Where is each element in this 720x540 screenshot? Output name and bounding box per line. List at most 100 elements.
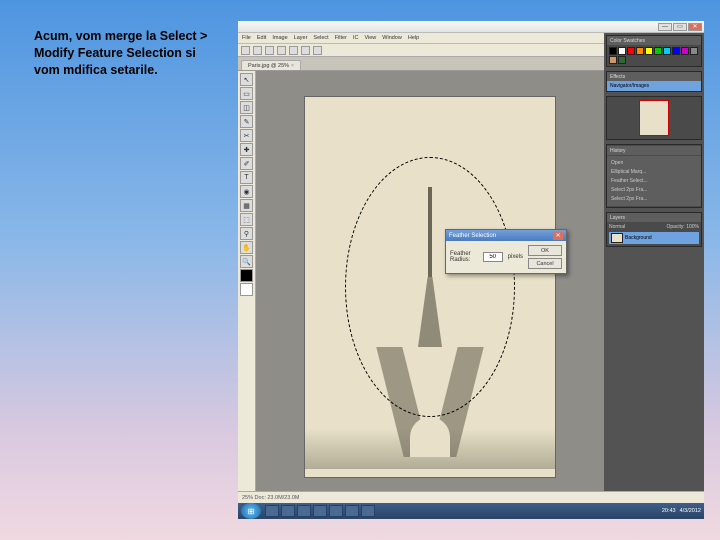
move-tool[interactable]: ↖ xyxy=(240,73,253,86)
menu-edit[interactable]: Edit xyxy=(256,35,267,41)
swatch[interactable] xyxy=(636,47,644,55)
swatch[interactable] xyxy=(654,47,662,55)
menu-select[interactable]: Select xyxy=(312,35,329,41)
right-panel-dock: Color Swatches Effects xyxy=(604,33,704,503)
options-icon[interactable] xyxy=(253,46,262,55)
options-icon[interactable] xyxy=(241,46,250,55)
menu-ic[interactable]: IC xyxy=(352,35,360,41)
dialog-titlebar[interactable]: Feather Selection ✕ xyxy=(446,230,566,241)
cancel-button[interactable]: Cancel xyxy=(528,258,562,269)
marquee-tool[interactable]: ▭ xyxy=(240,87,253,100)
eyedropper-tool[interactable]: ⚲ xyxy=(240,227,253,240)
minimize-button[interactable]: — xyxy=(658,23,672,31)
options-icon[interactable] xyxy=(301,46,310,55)
menu-layer[interactable]: Layer xyxy=(293,35,309,41)
history-panel: History Open Elliptical Marq... Feather … xyxy=(606,144,702,208)
taskbar-item[interactable] xyxy=(297,505,311,517)
brush-tool[interactable]: ✎ xyxy=(240,115,253,128)
options-icon[interactable] xyxy=(289,46,298,55)
panel-header[interactable]: Color Swatches xyxy=(607,36,701,45)
effects-dropdown[interactable]: Navigator/Images xyxy=(607,81,701,91)
navigator-thumbnail[interactable] xyxy=(639,100,669,136)
taskbar-item[interactable] xyxy=(313,505,327,517)
color-swatches-panel: Color Swatches xyxy=(606,35,702,67)
background-color[interactable] xyxy=(240,283,253,296)
crop-tool[interactable]: ✂ xyxy=(240,129,253,142)
unit-label: pixels xyxy=(508,254,523,260)
swatch[interactable] xyxy=(618,47,626,55)
layer-row[interactable]: Background xyxy=(609,232,699,244)
type-tool[interactable]: T xyxy=(240,171,253,184)
panel-header[interactable]: Effects xyxy=(607,72,701,81)
swatch[interactable] xyxy=(618,56,626,64)
options-icon[interactable] xyxy=(277,46,286,55)
history-item[interactable]: Select 2px Fra... xyxy=(609,195,699,203)
taskbar-item[interactable] xyxy=(329,505,343,517)
heal-tool[interactable]: ✚ xyxy=(240,143,253,156)
history-item[interactable]: Elliptical Marq... xyxy=(609,168,699,176)
options-icon[interactable] xyxy=(313,46,322,55)
opacity-label[interactable]: Opacity: 100% xyxy=(666,224,699,230)
taskbar-item[interactable] xyxy=(265,505,279,517)
ok-button[interactable]: OK xyxy=(528,245,562,256)
status-bar: 25% Doc: 23.0M/23.0M xyxy=(238,491,704,503)
slide-background: Acum, vom merge la Select > Modify Featu… xyxy=(0,0,720,540)
lasso-tool[interactable]: ◫ xyxy=(240,101,253,114)
swatch[interactable] xyxy=(627,47,635,55)
tool-palette: ↖ ▭ ◫ ✎ ✂ ✚ ✐ T ◉ ▦ ⬚ ⚲ ✋ 🔍 xyxy=(238,71,256,503)
blend-mode[interactable]: Normal xyxy=(609,224,625,230)
start-button[interactable]: ⊞ xyxy=(241,503,261,519)
taskbar-item[interactable] xyxy=(345,505,359,517)
pencil-tool[interactable]: ✐ xyxy=(240,157,253,170)
layer-thumbnail xyxy=(611,233,623,243)
swatch[interactable] xyxy=(672,47,680,55)
system-tray[interactable]: 20:43 4/3/2012 xyxy=(662,508,704,514)
taskbar-item[interactable] xyxy=(281,505,295,517)
options-icon[interactable] xyxy=(265,46,274,55)
history-item[interactable]: Select 2px Fra... xyxy=(609,186,699,194)
feather-radius-input[interactable] xyxy=(483,252,503,262)
swatch[interactable] xyxy=(690,47,698,55)
menu-help[interactable]: Help xyxy=(407,35,420,41)
menu-window[interactable]: Window xyxy=(381,35,403,41)
gradient-tool[interactable]: ▦ xyxy=(240,199,253,212)
canvas-area[interactable]: Feather Selection ✕ Feather Radius: pixe… xyxy=(256,71,604,503)
menu-filter[interactable]: Filter xyxy=(334,35,348,41)
menu-file[interactable]: File xyxy=(241,35,252,41)
foreground-color[interactable] xyxy=(240,269,253,282)
layers-panel: Layers Normal Opacity: 100% Background xyxy=(606,212,702,247)
image-trees xyxy=(305,429,555,469)
tab-close-icon[interactable]: × xyxy=(291,63,294,69)
maximize-button[interactable]: ▭ xyxy=(673,23,687,31)
eraser-tool[interactable]: ⬚ xyxy=(240,213,253,226)
window-titlebar: — ▭ ✕ xyxy=(238,21,704,33)
close-button[interactable]: ✕ xyxy=(688,23,702,31)
swatch[interactable] xyxy=(681,47,689,55)
swatch[interactable] xyxy=(609,56,617,64)
feather-selection-dialog: Feather Selection ✕ Feather Radius: pixe… xyxy=(445,229,567,274)
swatch[interactable] xyxy=(609,47,617,55)
tray-date: 4/3/2012 xyxy=(680,508,701,514)
zoom-tool[interactable]: 🔍 xyxy=(240,255,253,268)
shape-tool[interactable]: ◉ xyxy=(240,185,253,198)
hand-tool[interactable]: ✋ xyxy=(240,241,253,254)
tab-label: Paris.jpg @ 25% xyxy=(248,63,289,69)
feather-radius-label: Feather Radius: xyxy=(450,251,478,263)
layer-name: Background xyxy=(625,235,652,241)
swatch[interactable] xyxy=(645,47,653,55)
menu-image[interactable]: Image xyxy=(271,35,288,41)
document-canvas[interactable]: Feather Selection ✕ Feather Radius: pixe… xyxy=(305,97,555,477)
navigator-panel xyxy=(606,96,702,140)
swatch[interactable] xyxy=(663,47,671,55)
taskbar-item[interactable] xyxy=(361,505,375,517)
dialog-close-icon[interactable]: ✕ xyxy=(553,232,563,240)
history-item[interactable]: Feather Select... xyxy=(609,177,699,185)
status-text: 25% Doc: 23.0M/23.0M xyxy=(242,495,299,501)
history-item[interactable]: Open xyxy=(609,159,699,167)
panel-header[interactable]: History xyxy=(607,146,701,155)
dialog-title: Feather Selection xyxy=(449,233,496,239)
windows-taskbar: ⊞ 20:43 4/3/2012 xyxy=(238,503,704,519)
document-tab[interactable]: Paris.jpg @ 25% × xyxy=(241,60,301,70)
panel-header[interactable]: Layers xyxy=(607,213,701,222)
menu-view[interactable]: View xyxy=(363,35,377,41)
